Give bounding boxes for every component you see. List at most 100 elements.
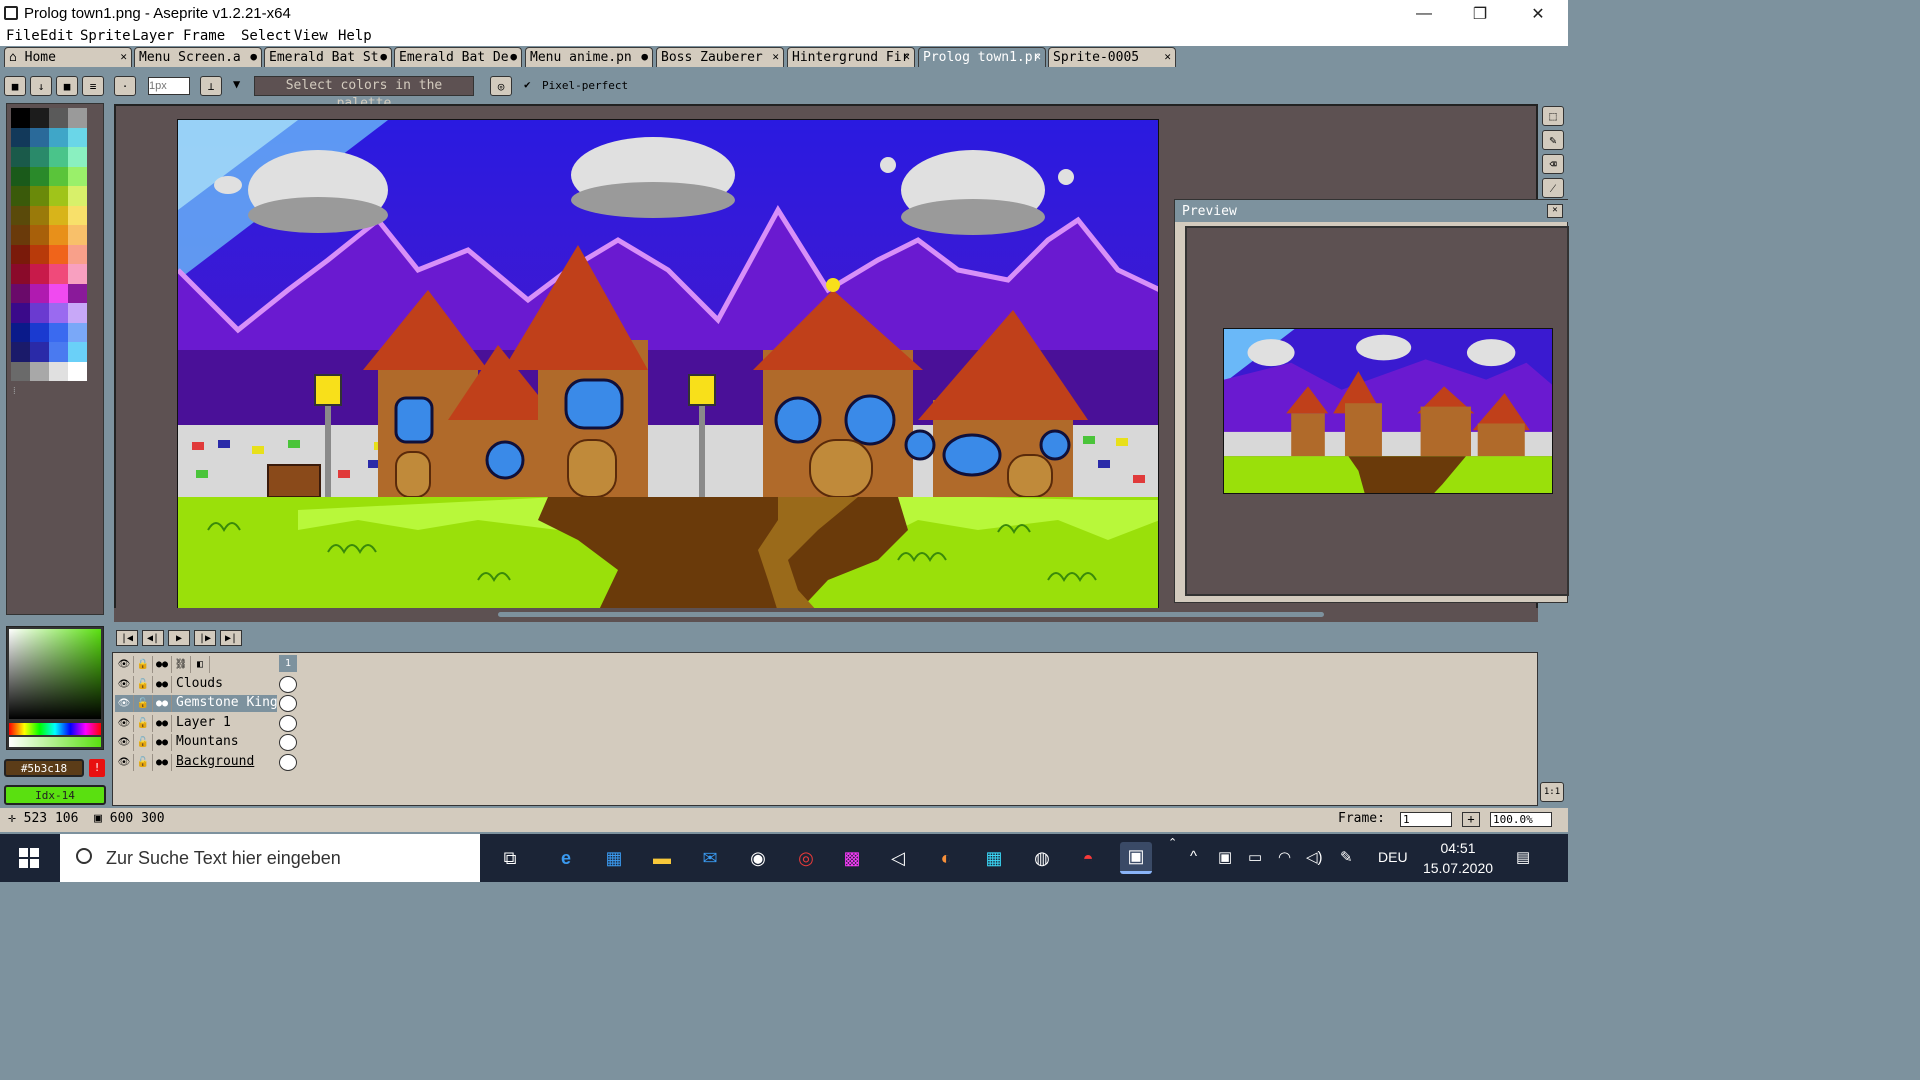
stamp-icon[interactable]: ⊥ (200, 76, 222, 96)
palette-swatch[interactable] (68, 166, 87, 186)
palette-swatch[interactable] (68, 264, 87, 284)
close-icon[interactable]: ✕ (772, 50, 779, 63)
layer-name[interactable]: Gemstone King (172, 695, 277, 712)
frame-input[interactable]: 1 (1400, 812, 1452, 827)
onion-skin-icon[interactable]: ●● (153, 656, 172, 673)
palette-swatch[interactable] (30, 342, 49, 362)
modified-dot-icon[interactable]: ● (380, 50, 387, 63)
tab-home[interactable]: ⌂ Home ✕ (4, 47, 132, 67)
palette-swatch[interactable] (11, 342, 30, 362)
onion-options-icon[interactable]: ◧ (191, 656, 210, 673)
square-brush-icon[interactable]: ■ (56, 76, 78, 96)
next-frame-icon[interactable]: |▶ (194, 630, 216, 646)
wifi-icon[interactable]: ◠ (1278, 848, 1291, 866)
continuous-icon[interactable]: ●● (153, 695, 172, 712)
palette-swatch[interactable] (68, 225, 87, 245)
menu-file[interactable]: File (6, 28, 40, 44)
modified-dot-icon[interactable]: ● (250, 50, 257, 63)
palette-swatch[interactable] (30, 205, 49, 225)
pixel-perfect-checkbox[interactable]: ✔ (524, 78, 531, 91)
palette-swatch[interactable] (11, 244, 30, 264)
close-icon[interactable]: ✕ (120, 50, 127, 63)
eye-icon[interactable]: 👁 (115, 754, 134, 771)
palette-swatch[interactable] (11, 108, 30, 128)
tab-prolog-town1[interactable]: Prolog town1.pr ✕ (918, 47, 1046, 67)
palette-swatch[interactable] (11, 303, 30, 323)
palette-swatch[interactable] (68, 342, 87, 362)
start-button[interactable] (0, 834, 58, 882)
minimize-button[interactable]: — (1396, 0, 1452, 28)
timeline-empty-area[interactable] (297, 653, 1537, 805)
close-window-button[interactable]: ✕ (1510, 0, 1566, 28)
palette-swatch[interactable] (68, 186, 87, 206)
cel[interactable] (279, 715, 297, 732)
palette-swatch[interactable] (68, 147, 87, 167)
preview-close-icon[interactable]: ✕ (1547, 204, 1563, 218)
store-icon[interactable]: ▦ (598, 842, 630, 874)
chrome-icon[interactable]: ◎ (790, 842, 822, 874)
obs-icon[interactable]: ◍ (1026, 842, 1058, 874)
layer-row-gemstone-king[interactable]: 👁 🔓 ●● Gemstone King (115, 694, 297, 713)
pen-icon[interactable]: ✎ (1340, 848, 1353, 866)
palette-swatch[interactable] (49, 108, 68, 128)
palette-swatch[interactable] (68, 322, 87, 342)
foreground-color-button[interactable]: #5b3c18 (4, 759, 84, 777)
mail-icon[interactable]: ✉ (694, 842, 726, 874)
last-frame-icon[interactable]: ▶| (220, 630, 242, 646)
menu-edit[interactable]: Edit (40, 28, 74, 44)
palette-swatch[interactable] (49, 303, 68, 323)
palette-swatch[interactable] (30, 244, 49, 264)
layer-name[interactable]: Mountans (172, 734, 277, 751)
chevron-down-icon[interactable]: ▼ (233, 77, 240, 91)
brush-size-input[interactable] (148, 77, 190, 95)
palette-swatch[interactable] (49, 322, 68, 342)
eye-icon[interactable]: 👁 (115, 676, 134, 693)
eyedropper-tool-icon[interactable]: ⁄ (1542, 178, 1564, 198)
palette-swatch[interactable] (11, 186, 30, 206)
palette-swatch[interactable] (68, 108, 87, 128)
close-icon[interactable]: ✕ (1164, 50, 1171, 63)
unity-icon[interactable]: ◁ (882, 842, 914, 874)
palette-swatch[interactable] (68, 303, 87, 323)
cel[interactable] (279, 676, 297, 693)
palette-swatch[interactable] (30, 108, 49, 128)
saturation-value-field[interactable] (9, 629, 101, 719)
palette-swatch[interactable] (49, 205, 68, 225)
tab-menu-screen[interactable]: Menu Screen.a ● (134, 47, 262, 67)
cel[interactable] (279, 754, 297, 771)
palette-swatch[interactable] (49, 166, 68, 186)
scrollbar-thumb[interactable] (498, 612, 1324, 617)
padlock-icon[interactable]: 🔓 (134, 715, 153, 732)
palette-swatch[interactable] (11, 205, 30, 225)
task-view-icon[interactable]: ⧉ (494, 842, 526, 874)
layer-row-clouds[interactable]: 👁 🔓 ●● Clouds (115, 675, 297, 694)
palette-swatch[interactable] (11, 283, 30, 303)
palette-swatch[interactable] (30, 322, 49, 342)
reset-zoom-button[interactable]: 1:1 (1540, 782, 1564, 802)
show-hidden-icons[interactable]: ^ (1190, 848, 1197, 865)
palette-swatch[interactable] (49, 127, 68, 147)
eye-icon[interactable]: 👁 (115, 656, 134, 673)
galeria-icon[interactable]: ▩ (836, 842, 868, 874)
modified-dot-icon[interactable]: ● (641, 50, 648, 63)
palette-swatch[interactable] (30, 225, 49, 245)
palette-swatch[interactable] (30, 127, 49, 147)
brush-options-icon[interactable]: ≡ (82, 76, 104, 96)
continuous-icon[interactable]: ●● (153, 734, 172, 751)
padlock-icon[interactable]: 🔓 (134, 754, 153, 771)
edge-icon[interactable]: e (550, 842, 582, 874)
layer-name[interactable]: Layer 1 (172, 715, 277, 732)
modified-dot-icon[interactable]: ● (510, 50, 517, 63)
arrow-down-icon[interactable]: ↓ (30, 76, 52, 96)
palette-swatch[interactable] (30, 264, 49, 284)
cel[interactable] (279, 695, 297, 712)
input-language[interactable]: DEU (1378, 849, 1408, 865)
continuous-icon[interactable]: ●● (153, 715, 172, 732)
hue-slider[interactable] (9, 723, 101, 735)
game-icon[interactable]: ◓ (1072, 842, 1104, 874)
layer-name[interactable]: Background (172, 754, 277, 771)
palette-swatch[interactable] (11, 166, 30, 186)
tab-menu-anime[interactable]: Menu anime.pn ● (525, 47, 653, 67)
palette-swatch[interactable] (30, 361, 49, 381)
pencil-tool-icon[interactable]: ✎ (1542, 130, 1564, 150)
